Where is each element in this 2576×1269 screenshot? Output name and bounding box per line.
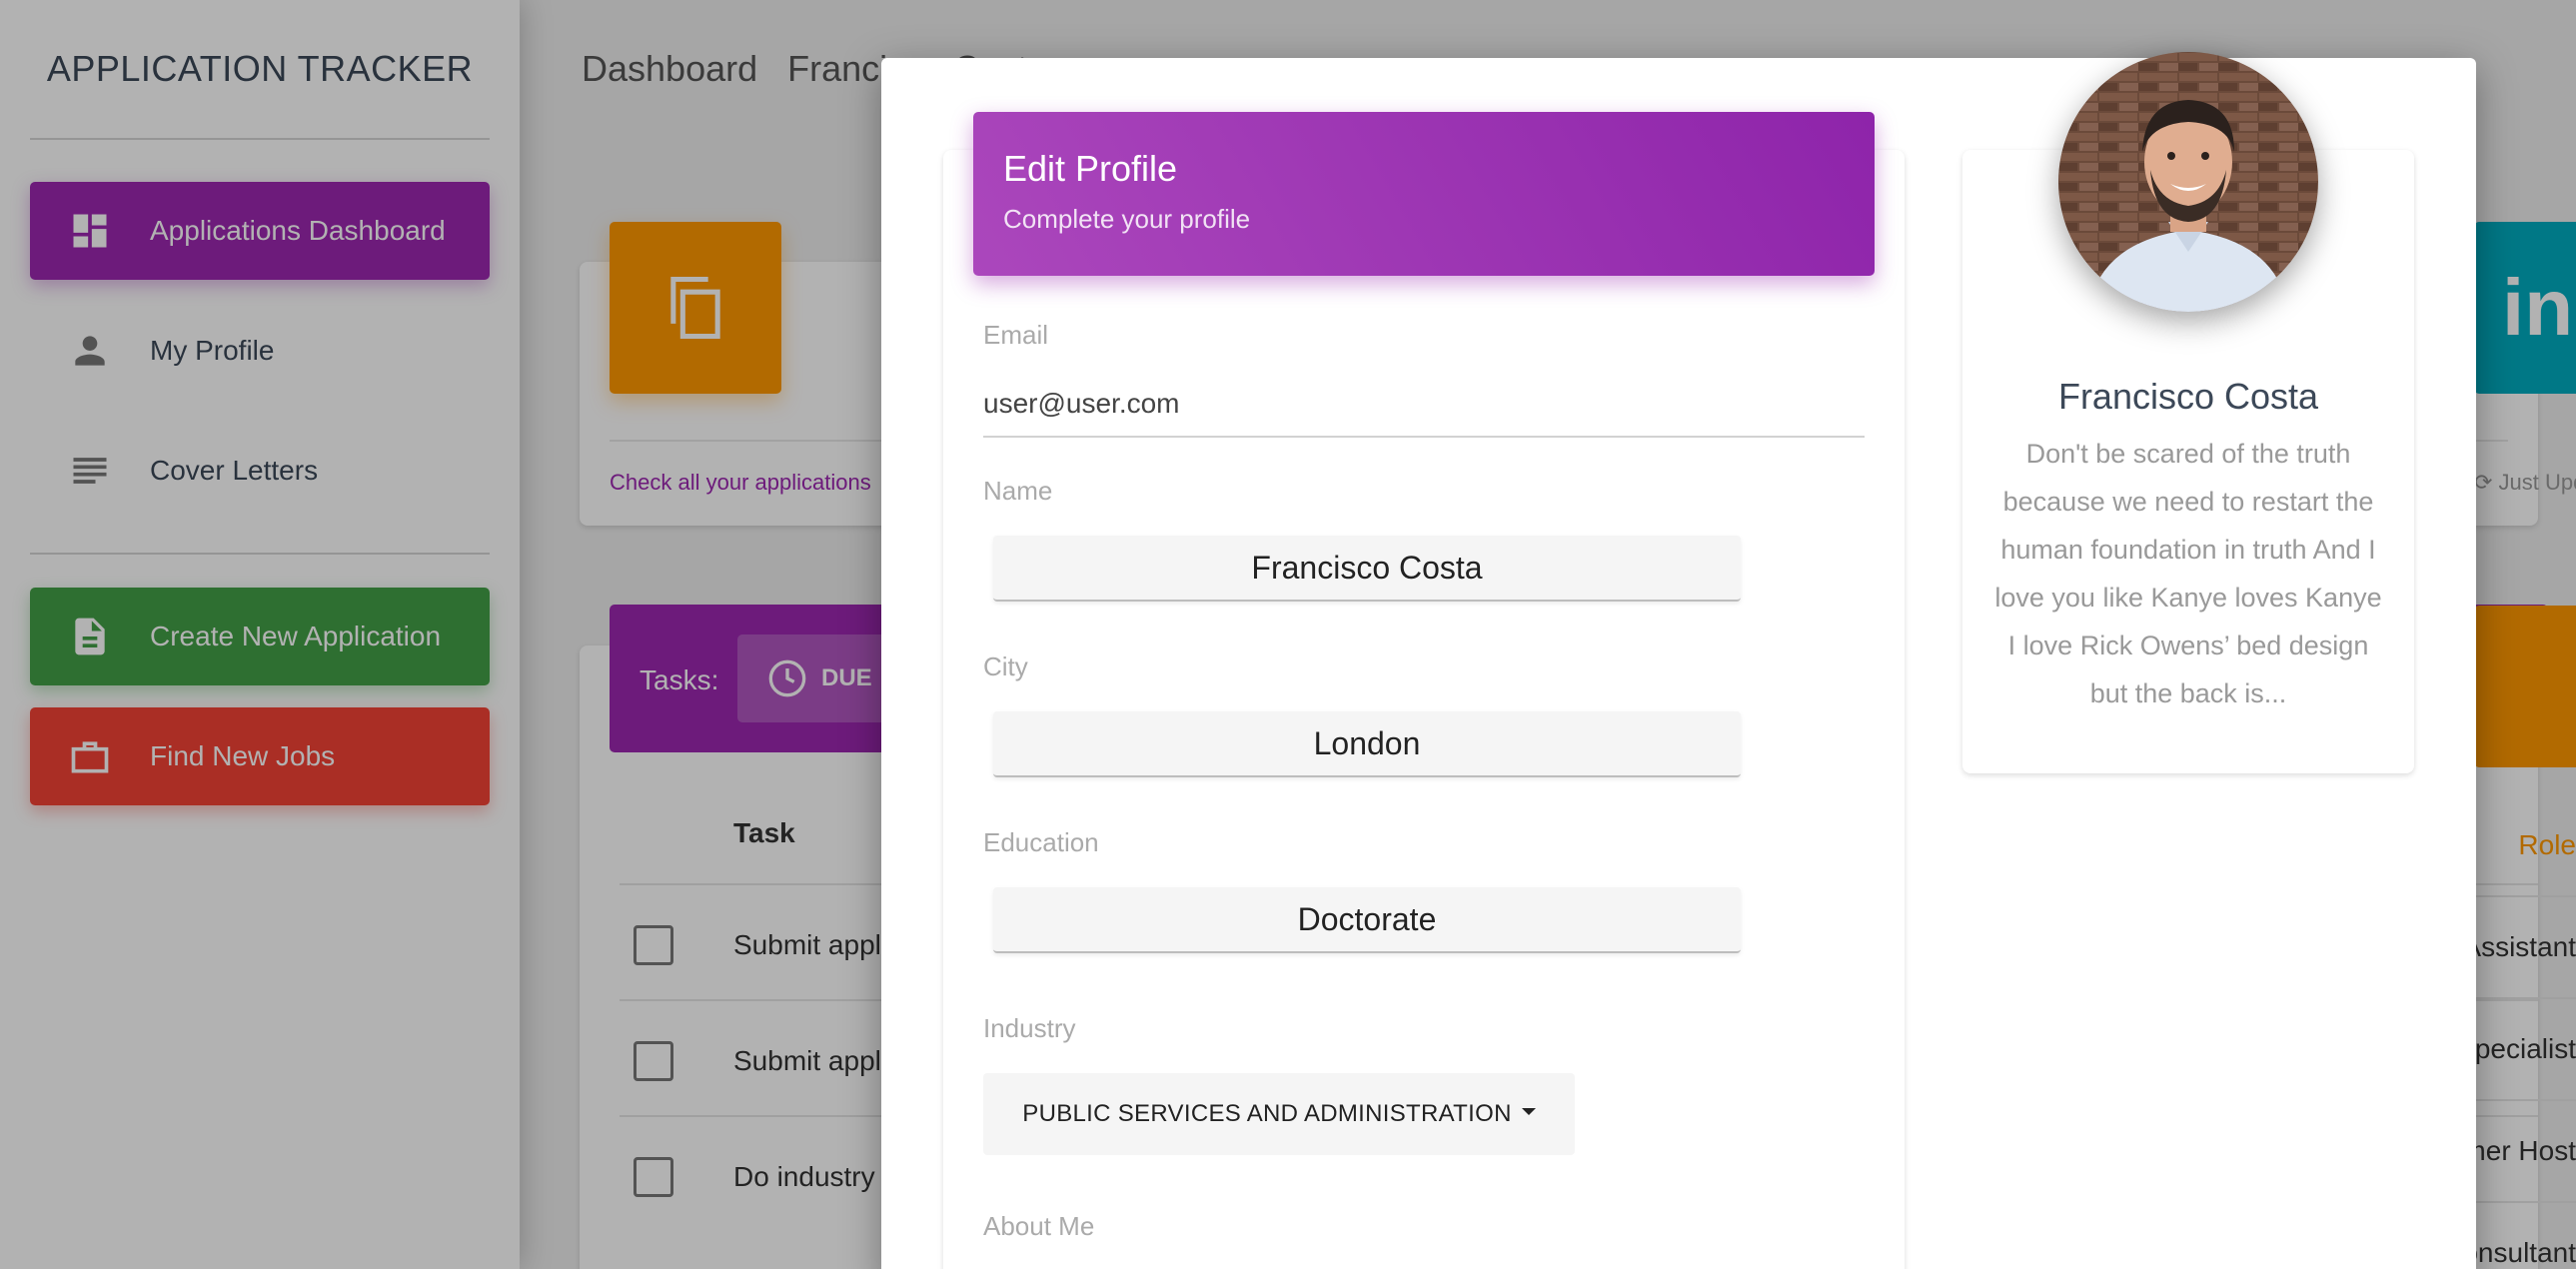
profile-bio: Don't be scared of the truth because we … [1994, 439, 2382, 708]
industry-label: Industry [983, 1013, 1076, 1043]
avatar [2058, 52, 2318, 312]
email-field[interactable]: user@user.com [983, 388, 1865, 438]
edit-profile-title: Edit Profile [1003, 148, 1178, 189]
education-field[interactable]: Doctorate [993, 887, 1741, 953]
email-label: Email [983, 320, 1049, 350]
caret-down-icon [1521, 1107, 1536, 1115]
name-label: Name [983, 476, 1053, 506]
name-field[interactable]: Francisco Costa [993, 536, 1741, 602]
profile-name: Francisco Costa [2057, 376, 2319, 417]
city-label: City [983, 651, 1028, 681]
edit-profile-subtitle: Complete your profile [1003, 204, 1251, 234]
edit-profile-modal: Edit Profile Complete your profile Email… [881, 52, 2476, 1269]
city-field[interactable]: London [993, 711, 1741, 777]
industry-value: PUBLIC SERVICES AND ADMINISTRATION [1022, 1100, 1512, 1127]
edit-profile-header: Edit Profile Complete your profile [973, 112, 1875, 276]
education-label: Education [983, 827, 1099, 857]
industry-dropdown[interactable]: PUBLIC SERVICES AND ADMINISTRATION [983, 1073, 1575, 1155]
about-me-label: About Me [983, 1211, 1095, 1241]
